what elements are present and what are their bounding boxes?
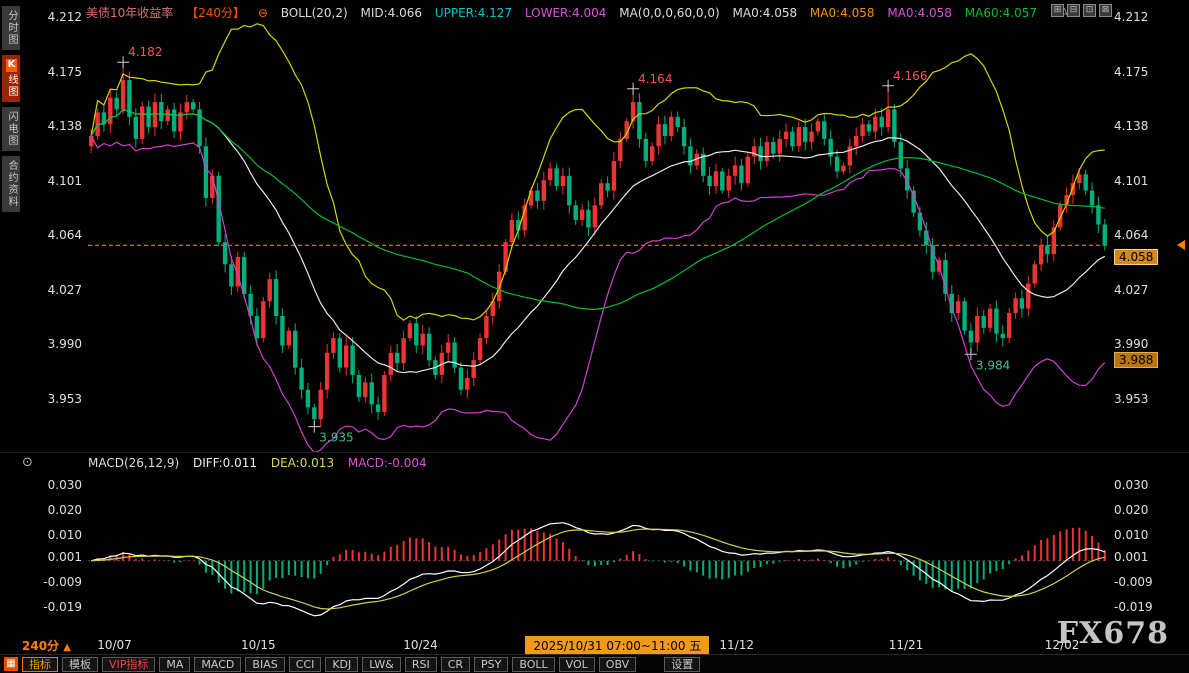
boll-bands (91, 24, 1105, 453)
date-label: 10/15 (241, 638, 276, 652)
svg-text:3.935: 3.935 (319, 431, 353, 445)
layout-single-icon[interactable]: ⊠ (1099, 4, 1112, 17)
toolbar-button-psy[interactable]: PSY (474, 657, 508, 672)
sidebar-tab-kline-chart[interactable]: K线图 (2, 55, 20, 102)
y-axis-tick-left: 4.064 (28, 228, 82, 242)
y-axis-tick-right: 4.101 (1114, 174, 1168, 188)
sidebar-tab-contract-info[interactable]: 合约资料 (2, 156, 20, 212)
boll-params-label: BOLL(20,2) (281, 6, 348, 20)
toolbar-button-ma[interactable]: MA (159, 657, 190, 672)
macd-value: MACD:-0.004 (348, 456, 427, 470)
macd-tick-right: 0.020 (1114, 503, 1168, 517)
date-label: 10/07 (97, 638, 132, 652)
y-axis-tick-right: 3.990 (1114, 337, 1168, 351)
chart-type-sidebar: 分时图 K线图闪电图合约资料 (2, 6, 20, 212)
up-arrow-icon: ▲ (63, 642, 71, 653)
toolbar-button-vip-indicators[interactable]: VIP指标 (102, 657, 155, 672)
toolbar-button-rsi[interactable]: RSI (405, 657, 437, 672)
y-axis-tick-left: 4.027 (28, 283, 82, 297)
y-axis-tick-right: 4.138 (1114, 119, 1168, 133)
toolbar-button-vol[interactable]: VOL (559, 657, 595, 672)
y-axis-tick-left: 4.212 (28, 10, 82, 24)
active-tab-accent: K (6, 59, 17, 72)
indicator-panel-icon[interactable]: ▦ (4, 657, 18, 671)
trading-terminal: 4.1823.9354.1644.1663.984 分时图K线图闪电图合约资料 … (0, 0, 1189, 673)
price-arrow-icon (1177, 240, 1185, 250)
panel-divider (0, 452, 1189, 453)
date-label: 11/21 (889, 638, 924, 652)
date-label: 11/12 (719, 638, 754, 652)
toolbar-button-macd[interactable]: MACD (194, 657, 241, 672)
y-axis-tick-left: 4.138 (28, 119, 82, 133)
candlestick-series (89, 62, 1107, 427)
macd-tick-right: -0.009 (1114, 575, 1168, 589)
macd-diff-value: DIFF:0.011 (193, 456, 257, 470)
y-axis-tick-right: 4.212 (1114, 10, 1168, 24)
date-label: 10/24 (403, 638, 438, 652)
boll-upper-value: UPPER:4.127 (435, 6, 512, 20)
y-axis-tick-left: 3.953 (28, 392, 82, 406)
indicator-topbar: 美债10年收益率 【240分】 ⊖ BOLL(20,2) MID:4.066 U… (86, 4, 1089, 21)
ma-params-label: MA(0,0,0,60,0,0) (619, 6, 719, 20)
macd-tick-left: -0.009 (28, 575, 82, 589)
sidebar-tab-tick-chart[interactable]: 闪电图 (2, 107, 20, 151)
macd-dea-value: DEA:0.013 (271, 456, 334, 470)
selected-bar-info: 2025/10/31 07:00~11:00 五 (525, 636, 709, 655)
ma0-value-2: MA0:4.058 (810, 6, 875, 20)
crosshair-icon[interactable]: ⊙ (22, 455, 33, 470)
watermark: FX678 (1057, 616, 1169, 651)
macd-header: MACD(26,12,9) DIFF:0.011 DEA:0.013 MACD:… (88, 456, 437, 470)
toolbar-button-obv[interactable]: OBV (599, 657, 636, 672)
chart-title: 美债10年收益率 (86, 6, 173, 20)
macd-tick-left: 0.020 (28, 503, 82, 517)
macd-params-label: MACD(26,12,9) (88, 456, 179, 470)
window-layout-icons: ⊞⊟⊡⊠ (1051, 4, 1112, 17)
boll-lower-value: LOWER:4.004 (525, 6, 607, 20)
macd-tick-left: -0.019 (28, 600, 82, 614)
y-axis-tick-right: 4.175 (1114, 65, 1168, 79)
timeframe-text: 240分 (22, 639, 59, 653)
toolbar-button-kdj[interactable]: KDJ (325, 657, 358, 672)
last-price-badge: 4.058 (1114, 249, 1158, 265)
layout-grid-icon[interactable]: ⊞ (1051, 4, 1064, 17)
toolbar-button-lwr[interactable]: LW& (362, 657, 401, 672)
macd-tick-left: 0.030 (28, 478, 82, 492)
collapse-icon[interactable]: ⊖ (258, 6, 268, 20)
macd-tick-right: 0.010 (1114, 528, 1168, 542)
ma0-value-3: MA0:4.058 (887, 6, 952, 20)
toolbar-button-cci[interactable]: CCI (289, 657, 322, 672)
svg-text:3.984: 3.984 (976, 358, 1010, 372)
layout-rows-icon[interactable]: ⊡ (1083, 4, 1096, 17)
y-axis-tick-left: 4.101 (28, 174, 82, 188)
main-chart-canvas[interactable]: 4.182 3.935 4.164 4.166 3.984 (0, 0, 1189, 673)
toolbar-button-bias[interactable]: BIAS (245, 657, 284, 672)
ref-price-badge: 3.988 (1114, 352, 1158, 368)
y-axis-tick-right: 4.027 (1114, 283, 1168, 297)
toolbar-button-indicators[interactable]: 指标 (22, 657, 58, 672)
macd-tick-left: 0.010 (28, 528, 82, 542)
chart-period-tag: 【240分】 (186, 6, 245, 20)
toolbar-button-template[interactable]: 模板 (62, 657, 98, 672)
timeframe-label[interactable]: 240分 ▲ (22, 637, 71, 654)
toolbar-button-settings[interactable]: 设置 (664, 657, 700, 672)
macd-tick-right: -0.019 (1114, 600, 1168, 614)
layout-columns-icon[interactable]: ⊟ (1067, 4, 1080, 17)
toolbar-button-boll[interactable]: BOLL (512, 657, 554, 672)
macd-tick-right: 0.030 (1114, 478, 1168, 492)
y-axis-tick-left: 3.990 (28, 337, 82, 351)
toolbar-button-cr[interactable]: CR (441, 657, 470, 672)
macd-tick-right: 0.001 (1114, 550, 1168, 564)
bottom-toolbar: ▦ 指标模板 VIP指标 MA MACD BIAS CCIKDJ LW&RSI CR PSY BO… (0, 654, 1189, 673)
boll-mid-value: MID:4.066 (360, 6, 422, 20)
ma60-value: MA60:4.057 (965, 6, 1037, 20)
sidebar-tab-time-chart[interactable]: 分时图 (2, 6, 20, 50)
y-axis-tick-left: 4.175 (28, 65, 82, 79)
macd-tick-left: 0.001 (28, 550, 82, 564)
ma0-value-1: MA0:4.058 (733, 6, 798, 20)
y-axis-tick-right: 4.064 (1114, 228, 1168, 242)
y-axis-tick-right: 3.953 (1114, 392, 1168, 406)
svg-text:4.166: 4.166 (893, 69, 927, 83)
svg-text:4.182: 4.182 (128, 45, 162, 59)
svg-text:4.164: 4.164 (638, 72, 672, 86)
